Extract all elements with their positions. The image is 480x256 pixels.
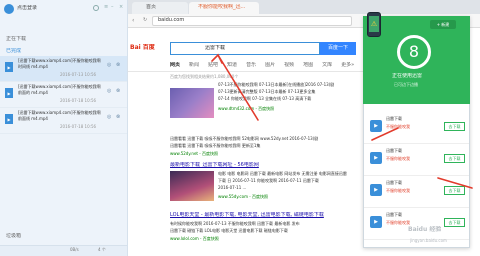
arrow-search	[217, 54, 259, 121]
watermark: Baidu 经验	[408, 226, 442, 233]
watermark-url: jingyan.baidu.com	[410, 238, 447, 243]
annotation-arrows	[211, 53, 473, 189]
arrow-popup-1	[371, 127, 399, 141]
arrow-search-head	[211, 53, 223, 64]
arrow-popup-2	[437, 177, 473, 189]
